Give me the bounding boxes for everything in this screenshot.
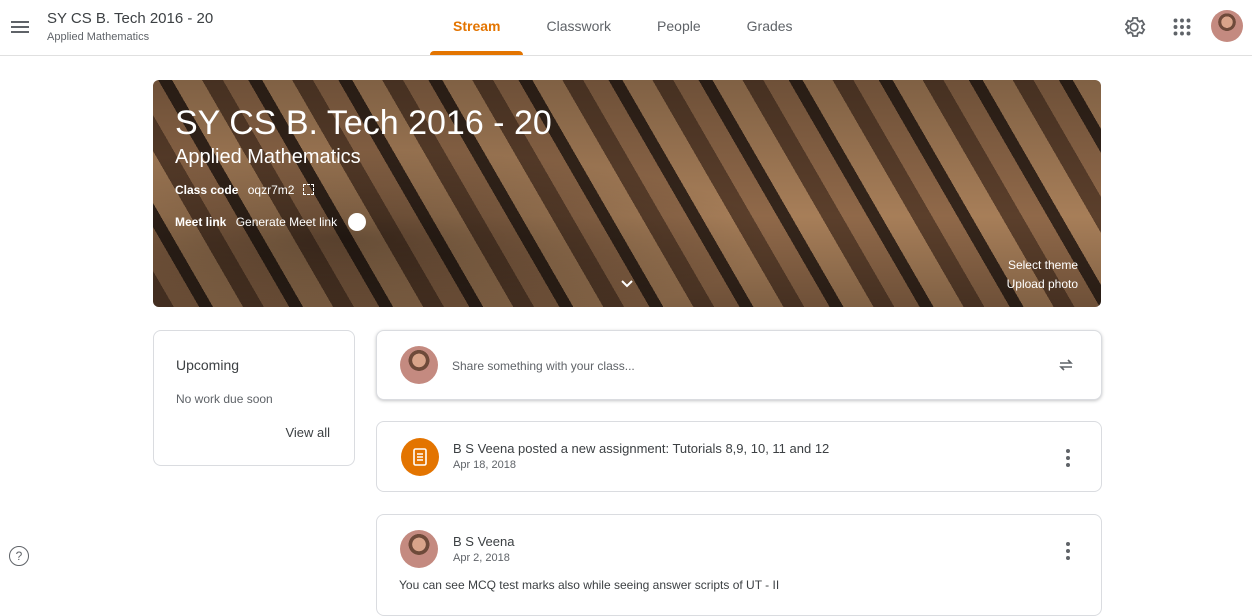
tab-classwork[interactable]: Classwork [523,0,634,55]
class-code-value: oqzr7m2 [247,183,295,197]
select-theme-link[interactable]: Select theme [1008,258,1078,272]
apps-grid-icon[interactable] [1169,14,1195,40]
menu-icon[interactable] [9,18,31,36]
header-class-title[interactable]: SY CS B. Tech 2016 - 20 [47,10,213,27]
class-code-row: Class code oqzr7m2 [175,183,314,197]
tab-grades[interactable]: Grades [724,0,816,55]
header-class-subtitle: Applied Mathematics [47,31,150,43]
class-banner: SY CS B. Tech 2016 - 20 Applied Mathemat… [153,80,1101,307]
upcoming-title: Upcoming [176,357,240,373]
class-code-label: Class code [175,183,239,197]
top-app-bar: SY CS B. Tech 2016 - 20 Applied Mathemat… [0,0,1252,56]
upload-photo-link[interactable]: Upload photo [1007,277,1078,291]
help-icon[interactable]: ? [9,546,29,566]
upcoming-card: Upcoming No work due soon View all [153,330,355,466]
share-input[interactable]: Share something with your class... [452,359,635,373]
more-options-icon[interactable] [1065,541,1071,560]
repost-icon[interactable] [1056,355,1076,375]
fullscreen-icon[interactable] [302,184,314,195]
tab-bar: Stream Classwork People Grades [430,0,816,55]
user-avatar [400,346,438,384]
generate-meet-link[interactable]: Generate Meet link [236,215,337,229]
share-box[interactable]: Share something with your class... [376,330,1102,400]
tab-people[interactable]: People [634,0,724,55]
post-body: You can see MCQ test marks also while se… [399,578,780,592]
meet-icon[interactable] [348,213,367,231]
chevron-down-icon[interactable] [619,276,635,292]
assignment-icon [401,438,439,476]
assignment-post[interactable]: B S Veena posted a new assignment: Tutor… [376,421,1102,492]
post-date: Apr 2, 2018 [453,552,510,564]
settings-icon[interactable] [1121,14,1147,40]
more-options-icon[interactable] [1065,448,1071,467]
banner-subtitle: Applied Mathematics [175,146,361,168]
announcement-post[interactable]: B S Veena Apr 2, 2018 You can see MCQ te… [376,514,1102,616]
post-author: B S Veena [453,534,515,549]
author-avatar [400,530,438,568]
post-date: Apr 18, 2018 [453,459,516,471]
meet-link-row: Meet link Generate Meet link [175,213,367,231]
meet-link-label: Meet link [175,215,227,229]
upcoming-empty-text: No work due soon [176,392,273,406]
user-avatar[interactable] [1211,10,1243,42]
post-title: B S Veena posted a new assignment: Tutor… [453,441,830,456]
tab-stream[interactable]: Stream [430,0,524,55]
view-all-link[interactable]: View all [285,425,330,440]
banner-title: SY CS B. Tech 2016 - 20 [175,104,552,142]
